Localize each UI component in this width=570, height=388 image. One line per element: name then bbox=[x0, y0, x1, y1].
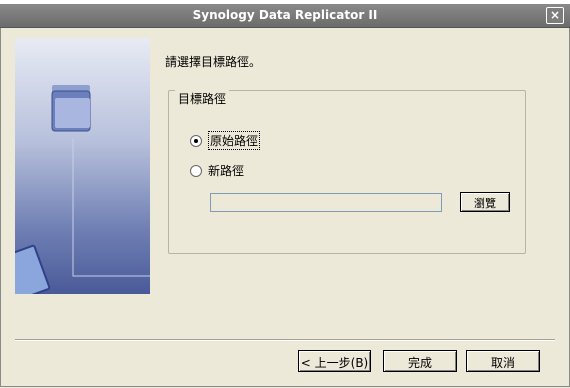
new-path-input[interactable] bbox=[210, 193, 442, 212]
window-title: Synology Data Replicator II bbox=[192, 8, 378, 22]
folder-icon bbox=[51, 85, 91, 132]
radio-button[interactable] bbox=[190, 164, 202, 177]
monitor-icon bbox=[15, 244, 51, 294]
wizard-prompt: 請選擇目標路徑。 bbox=[165, 55, 262, 69]
wizard-side-banner bbox=[15, 38, 150, 294]
back-button[interactable]: < 上一步(B) bbox=[298, 350, 371, 372]
banner-graphic bbox=[15, 85, 150, 294]
radio-original-path[interactable]: 原始路徑 bbox=[190, 131, 261, 150]
browse-button[interactable]: 瀏覽 bbox=[460, 192, 510, 212]
radio-new-path-label: 新路徑 bbox=[208, 164, 245, 178]
title-bar: Synology Data Replicator II × bbox=[0, 4, 570, 28]
close-button[interactable]: × bbox=[546, 7, 564, 24]
cancel-button[interactable]: 取消 bbox=[466, 350, 540, 372]
finish-button[interactable]: 完成 bbox=[383, 350, 457, 372]
radio-new-path[interactable]: 新路徑 bbox=[190, 162, 244, 179]
close-icon: × bbox=[549, 8, 561, 22]
radio-original-path-label: 原始路徑 bbox=[208, 131, 261, 150]
target-path-group-title: 目標路徑 bbox=[175, 90, 230, 107]
radio-button-selected[interactable] bbox=[190, 134, 202, 147]
footer-divider bbox=[15, 339, 555, 341]
